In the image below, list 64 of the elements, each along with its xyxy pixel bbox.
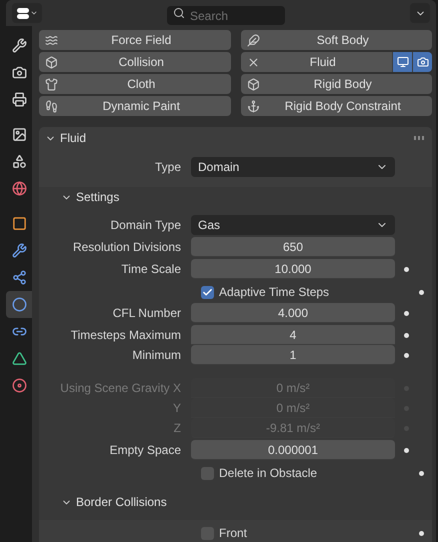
field-label: Using Scene Gravity X xyxy=(59,380,182,397)
globe-icon xyxy=(12,181,26,196)
camera-icon xyxy=(12,65,26,80)
physics-button[interactable]: Rigid Body Constraint xyxy=(240,96,432,116)
printer-icon xyxy=(12,92,26,107)
waves-icon xyxy=(45,34,58,46)
camera-icon xyxy=(416,56,428,68)
shapes-icon xyxy=(12,154,26,169)
physics-button[interactable]: Dynamic Paint xyxy=(39,96,230,116)
shirt-icon xyxy=(45,78,58,90)
number-field[interactable]: 4 xyxy=(191,325,395,345)
field-label: Empty Space xyxy=(108,442,182,459)
physics-button[interactable]: Rigid Body xyxy=(240,74,432,94)
field-label: Z xyxy=(172,420,182,437)
number-field[interactable]: 0.000001 xyxy=(191,440,395,460)
drag-handle-icon[interactable] xyxy=(414,136,424,140)
render-toggle[interactable] xyxy=(412,52,432,72)
checkbox-label: Adaptive Time Steps xyxy=(219,284,330,301)
monitor-icon xyxy=(396,56,408,68)
wrench-icon xyxy=(12,243,26,258)
field-label: Type xyxy=(154,159,182,176)
feather-icon xyxy=(246,34,260,46)
field-label: CFL Number xyxy=(112,305,182,322)
cube-icon xyxy=(45,56,58,68)
field-label: Time Scale xyxy=(120,261,182,278)
anchor-icon xyxy=(246,100,260,112)
number-field[interactable]: 4.000 xyxy=(191,303,395,323)
checkbox[interactable] xyxy=(201,286,214,298)
square-icon xyxy=(12,216,26,231)
search-icon xyxy=(173,6,185,18)
options-dropdown[interactable] xyxy=(410,3,430,23)
cube-icon xyxy=(246,78,260,90)
image-icon xyxy=(12,127,26,142)
field-label: Minimum xyxy=(131,347,182,364)
number-field[interactable]: 10.000 xyxy=(191,259,395,279)
checkbox-label: Delete in Obstacle xyxy=(219,465,318,482)
field-label: Y xyxy=(172,400,182,417)
field-label: Domain Type xyxy=(110,217,182,234)
toggle-icon xyxy=(16,8,28,18)
viewport-toggle[interactable] xyxy=(392,52,412,72)
editor-type-button[interactable] xyxy=(12,3,42,23)
tool-icon xyxy=(12,38,26,53)
footprint-icon xyxy=(45,100,58,112)
close-icon xyxy=(246,56,260,68)
subpanel-header[interactable]: Settings xyxy=(39,187,432,207)
search-field[interactable]: Search xyxy=(167,6,285,25)
particles-icon xyxy=(12,270,26,285)
triangle-icon xyxy=(12,351,26,366)
dropdown[interactable]: Gas xyxy=(191,215,395,235)
physics-button[interactable]: Cloth xyxy=(39,74,230,94)
physics-button[interactable]: Collision xyxy=(39,52,230,72)
physics-button[interactable]: Fluid xyxy=(240,52,392,72)
physics-button[interactable]: Force Field xyxy=(39,30,230,50)
number-field[interactable]: 650 xyxy=(191,237,395,257)
panel-header[interactable]: Fluid xyxy=(39,129,86,147)
physics-button[interactable]: Soft Body xyxy=(240,30,432,50)
checkbox[interactable] xyxy=(201,466,214,480)
subpanel-header[interactable]: Border Collisions xyxy=(39,492,167,512)
dropdown[interactable]: Domain xyxy=(191,157,395,177)
field-label: Resolution Divisions xyxy=(72,239,182,256)
chevron-icon xyxy=(30,9,38,17)
field-label: Timesteps Maximum xyxy=(70,327,182,344)
number-field[interactable]: 1 xyxy=(191,345,395,365)
checkbox-label: Front xyxy=(219,525,248,542)
